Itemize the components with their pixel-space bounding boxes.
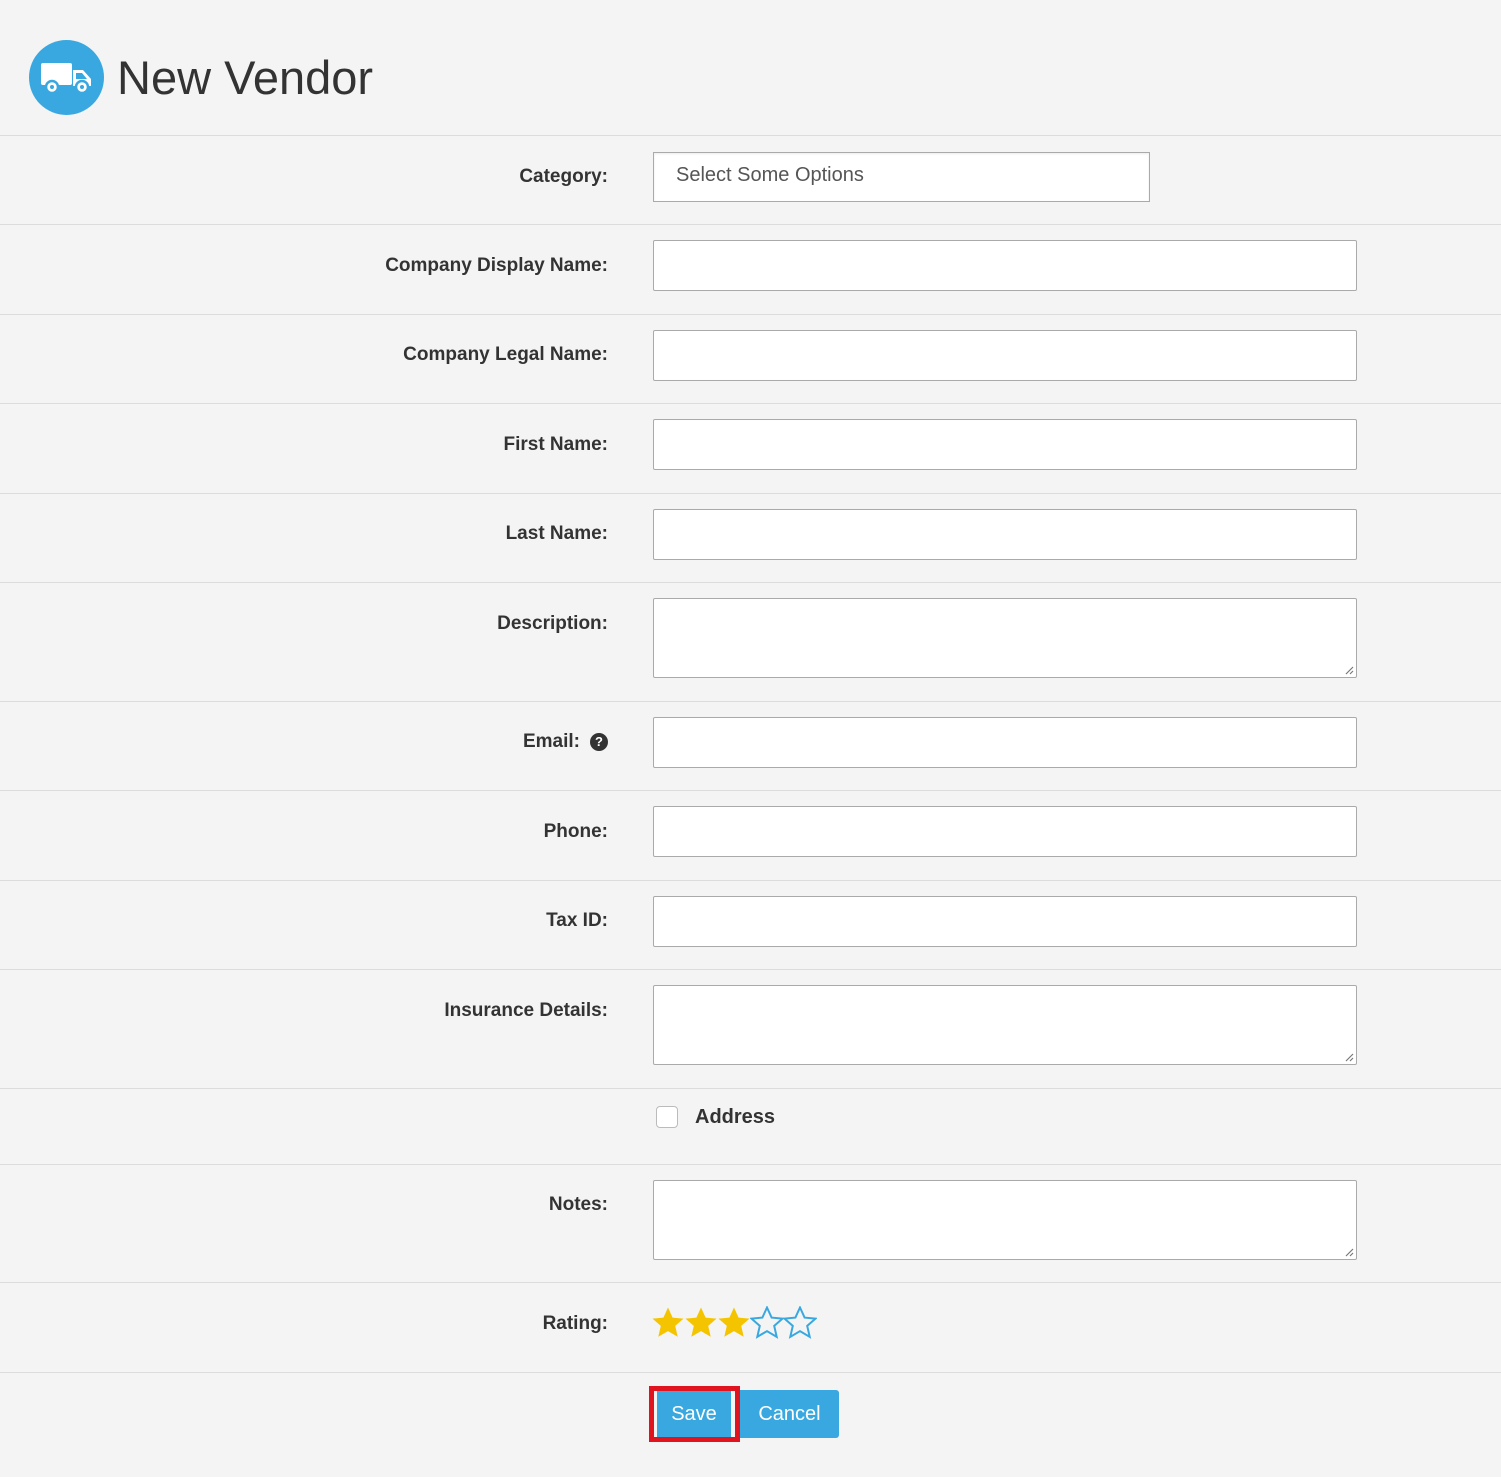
form-row-description: Description: [0,583,1501,702]
first-name-input[interactable] [653,419,1357,470]
company-display-name-label: Company Display Name: [385,255,608,276]
form-row-rating: Rating: [0,1283,1501,1373]
category-select[interactable]: Select Some Options [653,152,1150,202]
page-title: New Vendor [117,51,374,104]
phone-label: Phone: [543,821,608,842]
tax-id-label: Tax ID: [546,910,608,931]
star-filled-icon[interactable] [717,1306,751,1340]
star-filled-icon[interactable] [651,1306,685,1340]
resize-grip-icon[interactable] [1344,1052,1354,1062]
form-row-tax-id: Tax ID: [0,881,1501,970]
email-input[interactable] [653,717,1357,768]
form-row-category: Category: Select Some Options [0,136,1501,225]
category-select-placeholder: Select Some Options [676,164,864,186]
insurance-details-label: Insurance Details: [444,1000,608,1021]
form-row-company-legal-name: Company Legal Name: [0,315,1501,404]
notes-label: Notes: [548,1194,608,1215]
first-name-label: First Name: [503,434,608,455]
description-textarea[interactable] [653,598,1357,678]
form-row-company-display-name: Company Display Name: [0,225,1501,315]
address-checkbox-label[interactable]: Address [695,1106,775,1129]
company-legal-name-input[interactable] [653,330,1357,381]
category-label: Category: [519,166,608,187]
star-empty-icon[interactable] [783,1306,817,1340]
truck-icon [29,40,104,115]
star-filled-icon[interactable] [684,1306,718,1340]
insurance-details-textarea[interactable] [653,985,1357,1065]
email-label: Email: [522,731,580,752]
star-empty-icon[interactable] [750,1306,784,1340]
form-row-address: Address [0,1089,1501,1165]
address-checkbox[interactable] [656,1106,678,1128]
cancel-button[interactable]: Cancel [740,1390,839,1438]
question-circle-icon[interactable]: ? [590,733,608,751]
description-label: Description: [497,613,608,634]
company-display-name-input[interactable] [653,240,1357,291]
last-name-input[interactable] [653,509,1357,560]
form-row-first-name: First Name: [0,404,1501,494]
notes-textarea[interactable] [653,1180,1357,1260]
rating-label: Rating: [542,1313,608,1334]
form-row-insurance-details: Insurance Details: [0,970,1501,1089]
form-row-email: Email: ? [0,702,1501,791]
page-header: New Vendor [0,0,1501,136]
last-name-label: Last Name: [505,523,608,544]
tax-id-input[interactable] [653,896,1357,947]
phone-input[interactable] [653,806,1357,857]
resize-grip-icon[interactable] [1344,1247,1354,1257]
form-row-notes: Notes: [0,1165,1501,1283]
company-legal-name-label: Company Legal Name: [403,344,608,365]
save-button-highlight [649,1386,740,1442]
resize-grip-icon[interactable] [1344,665,1354,675]
form-row-last-name: Last Name: [0,494,1501,583]
form-row-phone: Phone: [0,791,1501,881]
